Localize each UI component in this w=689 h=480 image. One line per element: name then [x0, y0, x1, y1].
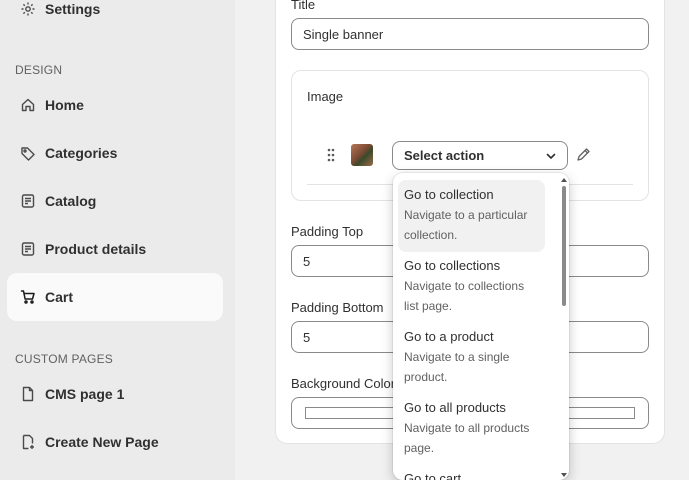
sidebar-item-cms-page-1[interactable]: CMS page 1	[7, 370, 223, 418]
image-label: Image	[307, 89, 344, 104]
sidebar-item-label: Home	[45, 97, 84, 113]
sidebar-item-create-new-page[interactable]: Create New Page	[7, 418, 223, 466]
sidebar: Settings DESIGN Home Categories Catalog …	[0, 0, 235, 480]
sidebar-item-label: Categories	[45, 145, 118, 161]
chevron-down-icon	[546, 153, 556, 159]
pencil-icon[interactable]	[575, 147, 591, 163]
home-icon	[19, 96, 37, 114]
dropdown-option-go-to-collection[interactable]: Go to collection Navigate to a particula…	[398, 180, 545, 252]
option-title: Go to a product	[404, 329, 494, 344]
sidebar-item-product-details[interactable]: Product details	[7, 225, 223, 273]
background-color-label: Background Color	[291, 376, 396, 391]
cart-icon	[19, 288, 37, 306]
action-dropdown-menu: Go to collection Navigate to a particula…	[393, 173, 569, 480]
title-input[interactable]: Single banner	[291, 18, 649, 50]
option-description: Navigate to a particular collection.	[404, 208, 528, 242]
title-label: Title	[291, 0, 316, 12]
product-details-icon	[19, 240, 37, 258]
page-icon	[19, 385, 37, 403]
dropdown-option-go-to-all-products[interactable]: Go to all products Navigate to all produ…	[398, 393, 545, 465]
scroll-up-arrow-icon[interactable]	[560, 177, 568, 183]
tag-icon	[19, 144, 37, 162]
image-thumbnail[interactable]	[351, 144, 373, 166]
sidebar-item-catalog[interactable]: Catalog	[7, 177, 223, 225]
select-action-label: Select action	[404, 148, 485, 163]
sidebar-item-label: Cart	[45, 289, 74, 305]
dropdown-scrollbar-thumb[interactable]	[562, 186, 566, 306]
dropdown-option-go-to-collections[interactable]: Go to collections Navigate to collection…	[398, 251, 545, 323]
sidebar-item-label: Settings	[45, 1, 101, 17]
catalog-icon	[19, 192, 37, 210]
sidebar-item-label: Create New Page	[45, 434, 159, 450]
padding-bottom-label: Padding Bottom	[291, 300, 384, 315]
scroll-down-arrow-icon[interactable]	[560, 472, 568, 478]
padding-top-label: Padding Top	[291, 224, 364, 239]
sidebar-item-label: CMS page 1	[45, 386, 125, 402]
option-title: Go to cart	[404, 471, 462, 480]
sidebar-item-home[interactable]: Home	[7, 81, 223, 129]
sidebar-item-label: Catalog	[45, 193, 97, 209]
sidebar-item-cart[interactable]: Cart	[7, 273, 223, 321]
option-title: Go to collection	[404, 187, 494, 202]
option-description: Navigate to collections list page.	[404, 279, 525, 313]
option-title: Go to collections	[404, 258, 501, 273]
sidebar-item-categories[interactable]: Categories	[7, 129, 223, 177]
drag-handle-icon[interactable]	[325, 146, 337, 164]
option-description: Navigate to all products page.	[404, 421, 530, 455]
sidebar-item-settings[interactable]: Settings	[7, 0, 223, 33]
option-description: Navigate to a single product.	[404, 350, 510, 384]
option-title: Go to all products	[404, 400, 506, 415]
section-label-custom-pages: CUSTOM PAGES	[15, 352, 113, 366]
sidebar-item-label: Product details	[45, 241, 147, 257]
select-action-dropdown[interactable]: Select action	[392, 141, 568, 170]
dropdown-option-go-to-cart[interactable]: Go to cart	[398, 464, 545, 480]
gear-icon	[19, 0, 37, 18]
new-page-icon	[19, 433, 37, 451]
section-label-design: DESIGN	[15, 63, 63, 77]
dropdown-option-go-to-a-product[interactable]: Go to a product Navigate to a single pro…	[398, 322, 545, 394]
